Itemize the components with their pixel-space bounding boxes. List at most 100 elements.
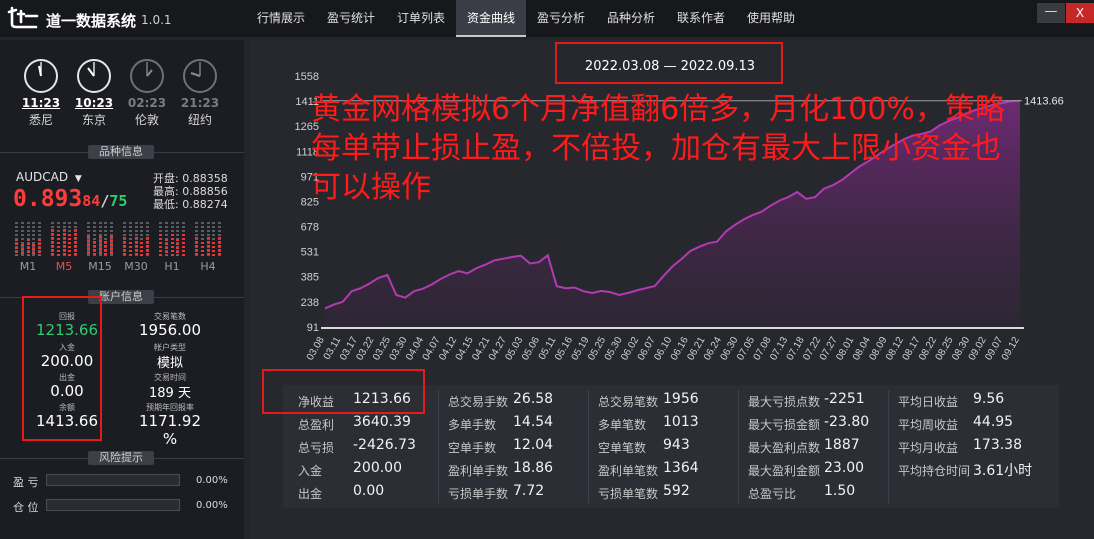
menu-pnl-stats[interactable]: 盈亏统计 <box>316 0 386 37</box>
x-tick-label: 09.12 <box>1000 335 1022 363</box>
stat-value: 18.86 <box>513 460 554 476</box>
clock-time: 11:23 <box>21 96 61 110</box>
clock-face-icon <box>24 59 58 93</box>
y-tick-label: 238 <box>301 297 319 309</box>
strength-meter <box>87 222 113 256</box>
trade-time-value: 189 天 <box>149 386 191 401</box>
timeframe-h4[interactable]: H4 <box>195 222 221 273</box>
account-info-title: 账户信息 <box>88 290 154 304</box>
strength-meter <box>15 222 41 256</box>
stat-value: 1013 <box>663 414 699 430</box>
timeframe-label: M30 <box>124 260 148 273</box>
main-panel: 91 238 385 531 678 825 971 1118 1265 1411 1558 1413… <box>249 40 1094 539</box>
return-value: 1213.66 <box>35 321 99 339</box>
timeframe-h1[interactable]: H1 <box>159 222 185 273</box>
clock-time: 02:23 <box>127 96 167 110</box>
risk-position-label: 仓 位 <box>13 501 39 514</box>
stat-value: -2251 <box>824 391 865 407</box>
stat-label: 总交易笔数 <box>598 395 659 409</box>
timeframe-label: M1 <box>19 260 37 273</box>
low-price: 最低: 0.88274 <box>153 198 228 211</box>
menu-symbol-analysis[interactable]: 品种分析 <box>596 0 666 37</box>
balance-value: 1413.66 <box>35 412 99 430</box>
title-bar: 道一数据系统 1.0.1 行情展示 盈亏统计 订单列表 资金曲线 盈亏分析 品种… <box>0 0 1094 37</box>
stat-value: 3.61小时 <box>973 463 1033 479</box>
annual-return-value: 1171.92 % <box>138 412 202 448</box>
stat-label: 空单笔数 <box>598 441 647 455</box>
column-divider <box>588 390 589 503</box>
stat-label: 多单笔数 <box>598 418 647 432</box>
stat-label: 最大亏损金额 <box>748 418 821 432</box>
stat-value: 14.54 <box>513 414 554 430</box>
stat-value: 1956 <box>663 391 699 407</box>
stat-value: 3640.39 <box>353 414 411 430</box>
app-version: 1.0.1 <box>141 13 172 27</box>
menu-pnl-analysis[interactable]: 盈亏分析 <box>526 0 596 37</box>
stat-value: -2426.73 <box>353 437 416 453</box>
clock-sydney: 11:23 悉尼 <box>21 58 61 128</box>
timeframe-m15[interactable]: M15 <box>87 222 113 273</box>
menu-market[interactable]: 行情展示 <box>246 0 316 37</box>
clock-face-icon <box>183 59 217 93</box>
stat-value: 12.04 <box>513 437 554 453</box>
app-title: 道一数据系统 <box>46 12 137 30</box>
clock-london: 02:23 伦敦 <box>127 58 167 128</box>
price-bid-tail: 84 <box>82 192 101 210</box>
column-divider <box>888 390 889 503</box>
clock-tokyo: 10:23 东京 <box>74 58 114 128</box>
stat-value: 9.56 <box>973 391 1005 407</box>
y-tick-label: 1558 <box>295 71 319 83</box>
stat-label: 最大盈利点数 <box>748 441 821 455</box>
stat-label: 空单手数 <box>448 441 497 455</box>
symbol-selector[interactable]: AUDCAD ▼ <box>16 170 82 184</box>
stat-label: 多单手数 <box>448 418 497 432</box>
close-button[interactable]: X <box>1066 3 1094 23</box>
risk-header: 风险提示 <box>0 451 244 465</box>
clock-time: 10:23 <box>74 96 114 110</box>
annotation-text: 黄金网格模拟6个月净值翻6倍多，月化100%，策略每单带止损止盈，不倍投，加仓有… <box>311 92 1005 205</box>
clock-city: 东京 <box>81 113 106 127</box>
stat-value: 1213.66 <box>353 391 411 407</box>
stat-value: 26.58 <box>513 391 554 407</box>
stat-label: 平均月收益 <box>898 441 959 455</box>
y-tick-label: 531 <box>301 247 319 259</box>
deposit-value: 200.00 <box>40 352 94 370</box>
stat-label: 亏损单笔数 <box>598 487 659 501</box>
stat-label: 亏损单手数 <box>448 487 509 501</box>
account-type-value: 模拟 <box>156 356 183 371</box>
menu-order-list[interactable]: 订单列表 <box>386 0 456 37</box>
price-ask-tail: 75 <box>109 192 128 210</box>
symbol-info-header: 品种信息 <box>0 145 244 159</box>
minimize-button[interactable]: — <box>1037 3 1065 23</box>
end-value-label: 1413.66 <box>1024 96 1064 108</box>
stat-label: 总盈亏比 <box>748 487 797 501</box>
clock-city: 伦敦 <box>134 113 159 127</box>
stat-label: 平均周收益 <box>898 418 959 432</box>
timeframe-m5[interactable]: M5 <box>51 222 77 273</box>
risk-position-bar <box>46 499 180 511</box>
date-range: 2022.03.08 — 2022.09.13 <box>584 59 756 74</box>
trades-value: 1956.00 <box>138 321 202 339</box>
withdraw-value: 0.00 <box>50 382 84 400</box>
menu-equity-curve[interactable]: 资金曲线 <box>456 0 526 37</box>
stat-value: 1364 <box>663 460 699 476</box>
timeframe-m30[interactable]: M30 <box>123 222 149 273</box>
risk-title: 风险提示 <box>88 451 154 465</box>
timeframe-m1[interactable]: M1 <box>15 222 41 273</box>
stat-value: 23.00 <box>824 460 865 476</box>
timeframe-label: M5 <box>55 260 73 273</box>
strength-meter <box>159 222 185 256</box>
symbol-name: AUDCAD <box>16 170 69 184</box>
app-logo <box>6 6 40 30</box>
stat-label: 最大亏损点数 <box>748 395 821 409</box>
menu-contact[interactable]: 联系作者 <box>666 0 736 37</box>
account-info-header: 账户信息 <box>0 290 244 304</box>
stat-value: 592 <box>663 483 690 499</box>
stat-label: 总亏损 <box>298 441 335 455</box>
stat-value: 943 <box>663 437 690 453</box>
stat-label: 最大盈利金额 <box>748 464 821 478</box>
stat-value: -23.80 <box>824 414 870 430</box>
stat-value: 1887 <box>824 437 860 453</box>
menu-help[interactable]: 使用帮助 <box>736 0 806 37</box>
stat-value: 7.72 <box>513 483 545 499</box>
